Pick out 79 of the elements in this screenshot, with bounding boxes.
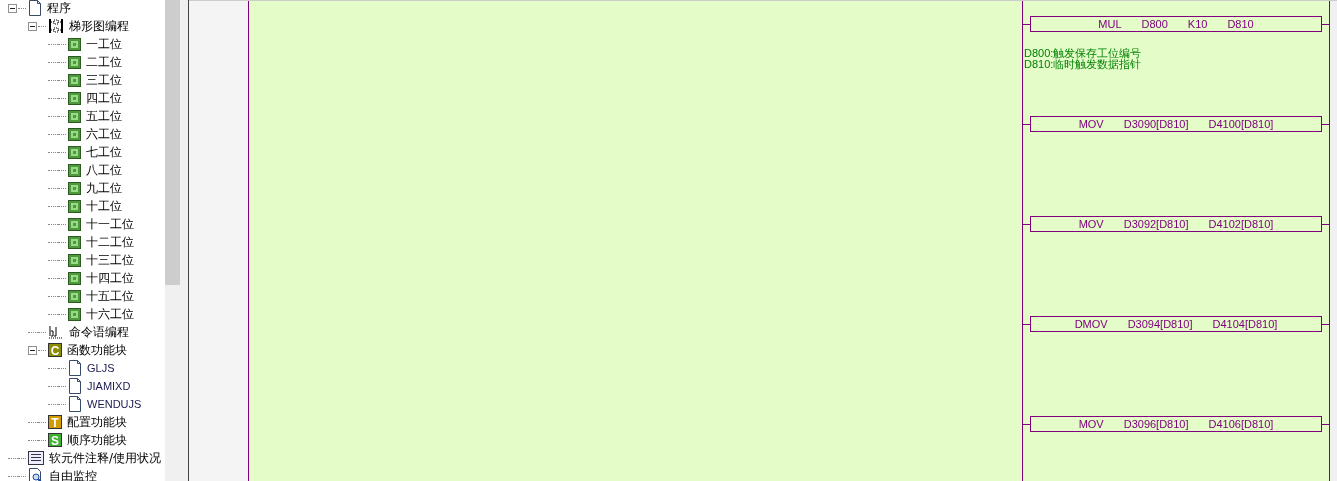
instruction-opcode: MOV: [1078, 118, 1104, 130]
tree-item[interactable]: 十三工位: [86, 251, 134, 269]
instruction-opcode: MOV: [1078, 218, 1104, 230]
tree-item[interactable]: 五工位: [86, 107, 122, 125]
tree-item[interactable]: 梯形图编程: [69, 17, 129, 35]
block-icon: [68, 217, 81, 231]
block-icon: [68, 181, 81, 195]
instruction-list-icon: [48, 325, 64, 339]
block-icon: [68, 127, 81, 141]
block-icon: [68, 55, 81, 69]
tree-item[interactable]: 自由监控: [49, 467, 97, 481]
instruction-block[interactable]: MOV D3092[D810] D4102[D810]: [1030, 216, 1322, 232]
instruction-operand: D4102[D810]: [1208, 218, 1274, 230]
instruction-opcode: DMOV: [1074, 318, 1108, 330]
letter-badge-icon: C: [48, 343, 62, 357]
list-icon: [28, 451, 44, 465]
instruction-operand: D800: [1141, 18, 1168, 30]
document-icon: [68, 360, 82, 376]
instruction-operand: D3090[D810]: [1123, 118, 1189, 130]
tree-item[interactable]: JIAMIXD: [87, 380, 131, 392]
instruction-block[interactable]: MUL D800 K10 D810: [1030, 16, 1322, 32]
tree-item[interactable]: WENDUJS: [87, 398, 142, 410]
block-icon: [68, 37, 81, 51]
tree-item[interactable]: 一工位: [86, 35, 122, 53]
letter-badge-icon: S: [48, 433, 62, 447]
tree-item[interactable]: 八工位: [86, 161, 122, 179]
ladder-icon: [48, 18, 64, 34]
block-icon: [68, 289, 81, 303]
block-icon: [68, 163, 81, 177]
block-icon: [68, 109, 81, 123]
letter-badge-icon: T: [48, 415, 62, 429]
tree-item[interactable]: 函数功能块: [67, 341, 127, 359]
instruction-opcode: MUL: [1098, 18, 1122, 30]
document-icon: [68, 396, 82, 412]
collapse-toggle-icon[interactable]: [28, 21, 37, 31]
tree-item[interactable]: 软元件注释/使用状况: [49, 449, 162, 467]
tree-item[interactable]: 十二工位: [86, 233, 134, 251]
tree-item[interactable]: 顺序功能块: [67, 431, 127, 449]
block-icon: [68, 145, 81, 159]
block-icon: [68, 199, 81, 213]
instruction-block[interactable]: DMOV D3094[D810] D4104[D810]: [1030, 316, 1322, 332]
tree-item[interactable]: 程序: [47, 0, 71, 17]
tree-item[interactable]: 四工位: [86, 89, 122, 107]
instruction-operand: D4100[D810]: [1208, 118, 1274, 130]
instruction-operand: D810: [1227, 18, 1254, 30]
tree-item[interactable]: 三工位: [86, 71, 122, 89]
block-icon: [68, 307, 81, 321]
block-icon: [68, 271, 81, 285]
instruction-block[interactable]: MOV D3090[D810] D4100[D810]: [1030, 116, 1322, 132]
instruction-operand: D4106[D810]: [1208, 418, 1274, 430]
tree-item[interactable]: 十四工位: [86, 269, 134, 287]
collapse-toggle-icon[interactable]: [8, 3, 17, 13]
tree-item[interactable]: 二工位: [86, 53, 122, 71]
instruction-operand: D4104[D810]: [1212, 318, 1278, 330]
tree-item[interactable]: 十六工位: [86, 305, 134, 323]
instruction-opcode: MOV: [1078, 418, 1104, 430]
tree-item[interactable]: 配置功能块: [67, 413, 127, 431]
tree-item[interactable]: 九工位: [86, 179, 122, 197]
instruction-block[interactable]: MOV D3096[D810] D4106[D810]: [1030, 416, 1322, 432]
rung-comment: D800:触发保存工位编号: [1024, 48, 1143, 59]
tree-item[interactable]: 十工位: [86, 197, 122, 215]
instruction-operand: D3094[D810]: [1127, 318, 1193, 330]
collapse-toggle-icon[interactable]: [28, 345, 37, 355]
block-icon: [68, 253, 81, 267]
rung-comment: D810:临时触发数据指针: [1024, 59, 1143, 70]
tree-item[interactable]: 命令语编程: [69, 323, 129, 341]
tree-item[interactable]: GLJS: [87, 362, 115, 374]
tree-item[interactable]: 六工位: [86, 125, 122, 143]
instruction-operand: D3096[D810]: [1123, 418, 1189, 430]
instruction-operand: K10: [1187, 18, 1208, 30]
tree-item[interactable]: 十一工位: [86, 215, 134, 233]
block-icon: [68, 91, 81, 105]
block-icon: [68, 73, 81, 87]
scrollbar-thumb[interactable]: [165, 0, 180, 285]
tree-item[interactable]: 十五工位: [86, 287, 134, 305]
block-icon: [68, 235, 81, 249]
tree-item[interactable]: 七工位: [86, 143, 122, 161]
instruction-operand: D3092[D810]: [1123, 218, 1189, 230]
document-icon: [68, 378, 82, 394]
